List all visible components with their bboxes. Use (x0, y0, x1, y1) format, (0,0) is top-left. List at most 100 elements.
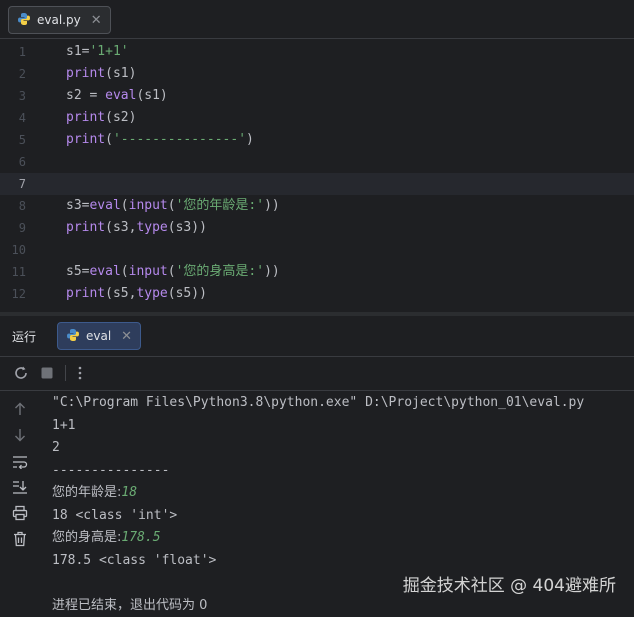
line-number: 4 (0, 107, 26, 129)
code-line[interactable]: s1='1+1' (66, 41, 634, 63)
code-token: '您的年龄是:' (176, 198, 264, 213)
code-line[interactable]: s3=eval(input('您的年龄是:')) (66, 195, 634, 217)
run-tab-eval[interactable]: eval ✕ (57, 322, 141, 350)
code-token: '您的身高是:' (176, 264, 264, 279)
line-number: 12 (0, 283, 26, 305)
console-line: 178.5 <class 'float'> (52, 550, 634, 573)
run-panel-header: 运行 eval ✕ (0, 316, 634, 357)
code-line[interactable]: print(s5,type(s5)) (66, 283, 634, 305)
code-token: 18 (121, 485, 137, 500)
scroll-up-icon[interactable] (10, 399, 30, 419)
watermark: 掘金技术社区 @ 404避难所 (403, 571, 616, 596)
code-line[interactable]: s5=eval(input('您的身高是:')) (66, 261, 634, 283)
line-number: 5 (0, 129, 26, 151)
code-token: 18 <class 'int'> (52, 508, 177, 523)
code-token: 您的年龄是: (52, 485, 121, 500)
code-token: 1+1 (52, 418, 75, 433)
code-token: (s2) (105, 110, 136, 125)
more-icon[interactable] (70, 363, 90, 383)
code-token: s3= (66, 198, 89, 213)
code-token: 178.5 (121, 530, 160, 545)
code-token: print (66, 220, 105, 235)
line-number: 11 (0, 261, 26, 283)
code-line[interactable] (66, 239, 634, 261)
console-line: "C:\Program Files\Python3.8\python.exe" … (52, 392, 634, 415)
code-token: )) (264, 264, 280, 279)
code-token: '---------------' (113, 132, 246, 147)
editor-tab-label: eval.py (37, 13, 81, 27)
soft-wrap-icon[interactable] (10, 452, 30, 472)
line-number: 2 (0, 63, 26, 85)
console-line: 您的年龄是:18 (52, 482, 634, 505)
code-token: ) (246, 132, 254, 147)
code-token: eval (89, 264, 120, 279)
line-number: 3 (0, 85, 26, 107)
trash-icon[interactable] (10, 529, 30, 549)
close-icon[interactable]: ✕ (91, 13, 102, 28)
line-number: 6 (0, 151, 26, 173)
line-number: 9 (0, 217, 26, 239)
console-line: 进程已结束，退出代码为 0 (52, 595, 634, 617)
code-token: 您的身高是: (52, 530, 121, 545)
console-line: 18 <class 'int'> (52, 505, 634, 528)
console-line: 您的身高是:178.5 (52, 527, 634, 550)
code-token: ( (121, 264, 129, 279)
code-token: print (66, 66, 105, 81)
code-line[interactable]: print(s3,type(s3)) (66, 217, 634, 239)
python-icon (66, 328, 80, 345)
scroll-to-end-icon[interactable] (10, 477, 30, 497)
code-token: ( (168, 264, 176, 279)
code-token: )) (264, 198, 280, 213)
code-token: input (129, 198, 168, 213)
run-toolbar (0, 357, 634, 391)
code-token: "C:\Program Files\Python3.8\python.exe" … (52, 395, 584, 410)
line-number: 8 (0, 195, 26, 217)
code-token: ( (105, 132, 113, 147)
code-line[interactable]: print(s2) (66, 107, 634, 129)
code-line[interactable] (66, 151, 634, 173)
code-token: 2 (52, 440, 60, 455)
editor-tab-eval-py[interactable]: eval.py ✕ (8, 6, 111, 34)
code-token: (s5, (105, 286, 136, 301)
code-token: '1+1' (89, 44, 128, 59)
scroll-down-icon[interactable] (10, 425, 30, 445)
rerun-icon[interactable] (11, 363, 31, 383)
code-line[interactable]: print('---------------') (66, 129, 634, 151)
code-token: (s1) (105, 66, 136, 81)
code-line[interactable] (66, 173, 634, 195)
console-line: --------------- (52, 460, 634, 483)
code-token: s2 = (66, 88, 105, 103)
code-token: s1= (66, 44, 89, 59)
python-icon (17, 12, 31, 29)
run-panel-title: 运行 (12, 328, 36, 345)
line-number: 10 (0, 239, 26, 261)
code-token: (s5)) (168, 286, 207, 301)
code-token: print (66, 110, 105, 125)
code-token: type (136, 220, 167, 235)
toolbar-divider (65, 365, 66, 381)
code-token: type (136, 286, 167, 301)
console-line: 1+1 (52, 415, 634, 438)
code-token: ( (121, 198, 129, 213)
code-token: (s3)) (168, 220, 207, 235)
console-line: 2 (52, 437, 634, 460)
console-side-toolbar (0, 391, 40, 613)
close-icon[interactable]: ✕ (121, 329, 132, 344)
code-token: print (66, 286, 105, 301)
print-icon[interactable] (10, 503, 30, 523)
code-token: eval (105, 88, 136, 103)
code-line[interactable]: s2 = eval(s1) (66, 85, 634, 107)
code-token: 进程已结束，退出代码为 0 (52, 598, 207, 613)
code-token: ( (168, 198, 176, 213)
code-token: (s3, (105, 220, 136, 235)
line-number: 7 (0, 173, 26, 195)
editor-tabbar: eval.py ✕ (0, 0, 634, 39)
code-token: input (129, 264, 168, 279)
code-token: eval (89, 198, 120, 213)
code-line[interactable]: print(s1) (66, 63, 634, 85)
code-editor[interactable]: 1s1='1+1'2print(s1)3s2 = eval(s1)4print(… (0, 39, 634, 312)
code-token: --------------- (52, 463, 169, 478)
stop-icon[interactable] (37, 363, 57, 383)
code-token: (s1) (136, 88, 167, 103)
line-number: 1 (0, 41, 26, 63)
